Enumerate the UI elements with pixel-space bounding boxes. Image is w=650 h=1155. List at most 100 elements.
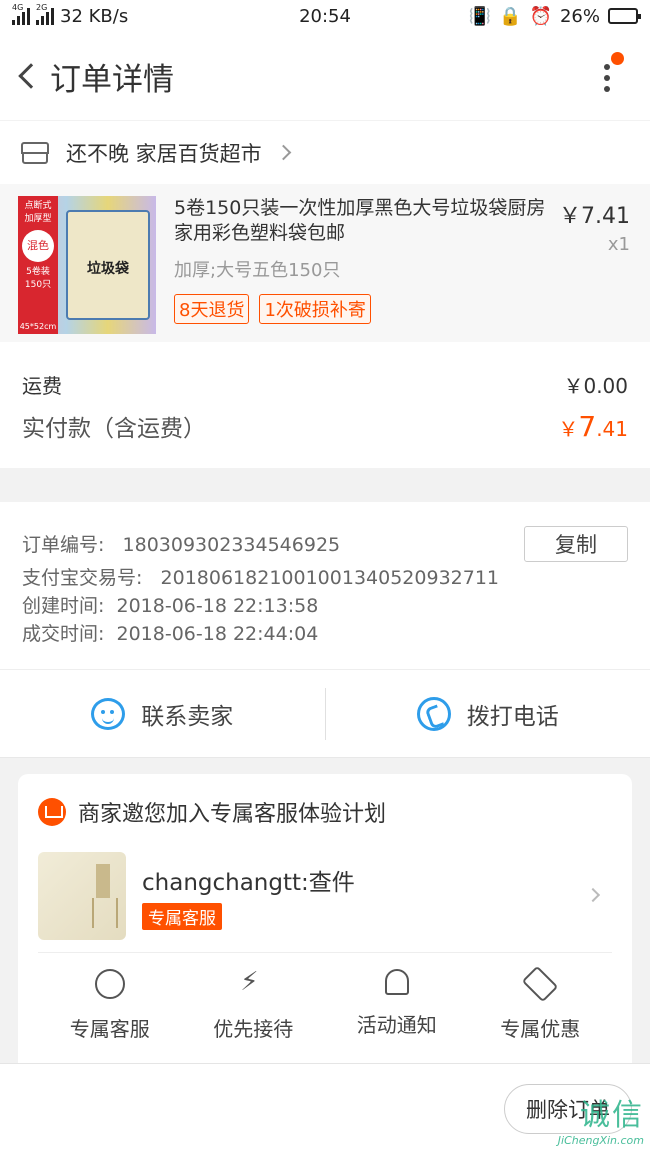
fee-summary: 运费 ￥0.00 实付款（含运费） ￥7.41 [0,342,650,468]
contact-seller-button[interactable]: 联系卖家 [0,688,325,740]
benefit-label: 优先接待 [213,1017,294,1041]
created-time-row: 创建时间: 2018-06-18 22:13:58 [22,592,628,620]
more-menu-button[interactable] [592,52,624,98]
deal-time-value: 2018-06-18 22:44:04 [116,623,319,645]
card-header: 商家邀您加入专属客服体验计划 [38,796,612,828]
vip-service-card: 商家邀您加入专属客服体验计划 changchangtt:查件 专属客服 专属客服… [18,774,632,1074]
contact-bar: 联系卖家 拨打电话 [0,670,650,758]
vip-badge: 专属客服 [142,902,222,930]
total-decimal: .41 [596,416,628,441]
net-speed: 32 KB/s [60,5,129,27]
card-title: 商家邀您加入专属客服体验计划 [78,802,387,827]
service-user-row[interactable]: changchangtt:查件 专属客服 [38,852,612,940]
store-row[interactable]: 还不晚 家居百货超市 [0,120,650,184]
more-dot [604,86,610,92]
bottom-action-bar: 删除订单 诚信 JiChengXin.com [0,1063,650,1155]
shipping-value: ￥0.00 [563,374,628,398]
total-label: 实付款（含运费） [22,416,206,442]
thumb-package: 垃圾袋 [66,210,150,320]
currency-symbol: ￥ [558,416,579,441]
status-bar: 4G 2G 32 KB/s 20:54 📳 🔒 ⏰ 26% [0,0,650,32]
order-info: 订单编号: 180309302334546925 支付宝交易号: 2018061… [0,502,650,670]
benefit-label: 专属优惠 [500,1017,581,1041]
signal-icon-2: 2G [36,3,54,25]
battery-icon [608,8,641,24]
benefit-discount[interactable]: 专属优惠 [469,965,613,1042]
rotation-lock-icon: 🔒 [499,5,522,27]
thumb-text: 加厚型 [24,214,52,224]
service-tag: 8天退货 [174,294,250,324]
headset-icon [94,969,125,999]
top-bar: 订单详情 [0,32,650,120]
chevron-right-icon [585,887,601,903]
back-button[interactable] [12,54,44,98]
benefit-label: 专属客服 [69,1017,150,1041]
copy-button[interactable]: 复制 [524,526,628,562]
thumb-text: 5卷装 [26,267,50,277]
call-label: 拨打电话 [466,703,559,730]
back-arrow-icon [18,63,44,89]
benefit-grid: 专属客服 优先接待 活动通知 专属优惠 [38,952,612,1042]
created-time-label: 创建时间: [22,595,105,617]
thumb-text: 点断式 [24,201,52,211]
bell-icon [384,969,409,995]
thumb-text: 混色 [22,230,54,262]
user-info: changchangtt:查件 专属客服 [142,863,355,930]
chat-icon [91,697,126,730]
lightning-icon [238,967,268,999]
vibrate-icon: 📳 [468,5,492,27]
thumb-label-strip: 点断式 加厚型 混色 5卷装 150只 [18,196,58,320]
alarm-icon: ⏰ [529,5,552,27]
section-gap [0,468,650,502]
thumb-text: 150只 [24,280,52,290]
battery-text: 26% [559,5,600,27]
order-number-label: 订单编号: [22,534,105,556]
unit-price: ￥7.41 [559,204,630,229]
benefit-vip-service[interactable]: 专属客服 [38,969,182,1042]
phone-icon [416,696,451,731]
contact-seller-label: 联系卖家 [141,703,234,730]
created-time-value: 2018-06-18 22:13:58 [116,595,319,617]
total-row: 实付款（含运费） ￥7.41 [22,409,628,443]
order-number-value: 180309302334546925 [122,534,341,556]
thumb-size: 45*52cm [18,320,58,334]
total-value: ￥7.41 [558,410,628,443]
more-dot [604,64,610,70]
product-item[interactable]: 点断式 加厚型 混色 5卷装 150只 垃圾袋 45*52cm 5卷150只装一… [0,184,650,342]
watermark: 诚信 JiChengXin.com [558,1090,644,1147]
benefit-label: 活动通知 [356,1013,437,1037]
alipay-trade-label: 支付宝交易号: [22,567,143,589]
status-left: 4G 2G 32 KB/s [12,3,129,27]
deal-time-row: 成交时间: 2018-06-18 22:44:04 [22,620,628,648]
service-tag: 1次破损补寄 [259,294,371,324]
avatar [38,852,126,940]
product-thumbnail[interactable]: 点断式 加厚型 混色 5卷装 150只 垃圾袋 45*52cm [18,196,156,334]
shop-icon [21,141,49,164]
benefit-notification[interactable]: 活动通知 [325,969,469,1042]
total-integer: 7 [578,409,597,443]
deal-time-label: 成交时间: [22,623,105,645]
user-name: changchangtt:查件 [142,869,355,896]
signal-icon: 4G [12,3,30,25]
watermark-url: JiChengXin.com [557,1134,644,1147]
alipay-trade-value: 2018061821001001340520932711 [160,567,500,589]
alipay-trade-row: 支付宝交易号: 2018061821001001340520932711 [22,564,628,592]
notification-dot [611,52,624,65]
watermark-logo: 诚信 [580,1098,644,1133]
store-name: 还不晚 家居百货超市 [66,141,262,166]
call-button[interactable]: 拨打电话 [324,687,650,740]
crown-icon [38,798,66,826]
price-block: ￥7.41 x1 [559,198,630,255]
status-right: 📳 🔒 ⏰ 26% [468,5,641,27]
page-title: 订单详情 [50,61,174,98]
shipping-row: 运费 ￥0.00 [22,370,628,399]
benefit-priority[interactable]: 优先接待 [182,967,326,1042]
quantity: x1 [607,234,630,255]
product-sku: 加厚;大号五色150只 [174,260,341,281]
shipping-label: 运费 [22,374,62,398]
more-dot [604,75,610,81]
service-tags: 8天退货 1次破损补寄 [174,294,632,324]
coupon-icon [521,965,559,1003]
chevron-right-icon [275,144,291,161]
product-title: 5卷150只装一次性加厚黑色大号垃圾袋厨房家用彩色塑料袋包邮 [174,197,546,244]
